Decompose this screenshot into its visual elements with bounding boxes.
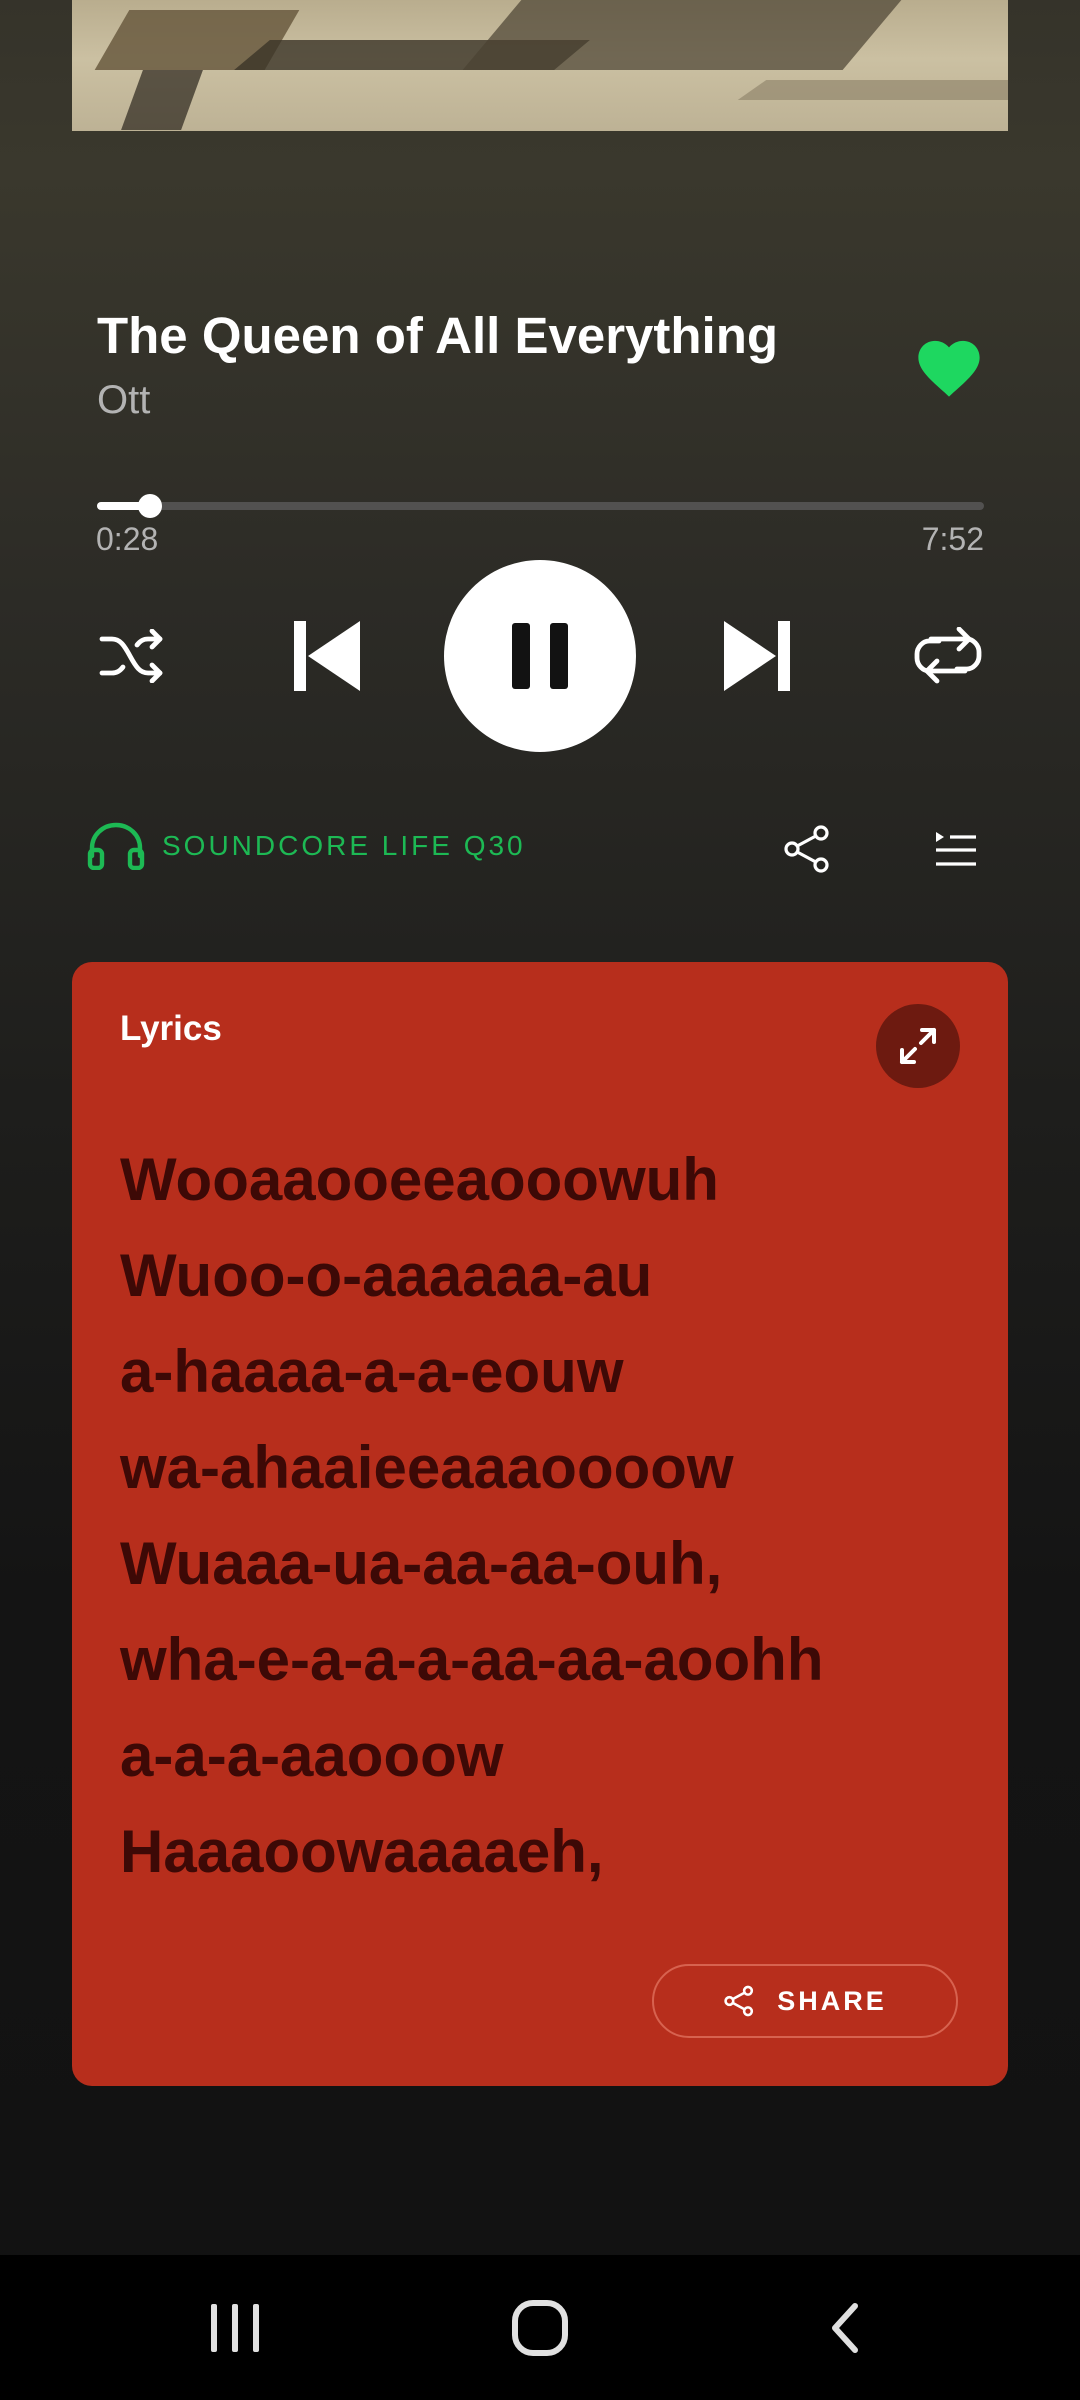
lyric-line: Wuaaa-ua-aa-aa-ouh,: [120, 1530, 723, 1597]
connected-device[interactable]: SOUNDCORE LIFE Q30: [86, 822, 526, 870]
skip-next-icon: [724, 621, 790, 691]
lyrics-heading: Lyrics: [120, 1009, 222, 1048]
lyrics-lines: Wooaaooeeaooowuh Wuoo-o-aaaaaa-au a-haaa…: [120, 1132, 823, 1900]
elapsed-time: 0:28: [96, 521, 159, 557]
heart-icon: [918, 340, 980, 397]
lyric-line: Wuoo-o-aaaaaa-au: [120, 1242, 653, 1309]
recent-apps-icon: [211, 2303, 259, 2352]
next-track-button[interactable]: [720, 617, 794, 695]
lyric-line: a-a-a-aaooow: [120, 1722, 504, 1789]
previous-track-button[interactable]: [290, 617, 364, 695]
lyrics-card[interactable]: Lyrics Wooaaooeeaooowuh Wuoo-o-aaaaaa-au…: [72, 962, 1008, 2086]
pause-button[interactable]: [444, 560, 636, 752]
skip-previous-icon: [294, 621, 360, 691]
share-icon: [724, 1985, 754, 2017]
album-art[interactable]: [72, 0, 1008, 131]
system-nav-bar: [0, 2255, 1080, 2400]
expand-lyrics-button[interactable]: [876, 1004, 960, 1088]
share-icon: [784, 825, 829, 873]
back-button[interactable]: [790, 2255, 900, 2400]
queue-icon: [936, 832, 976, 866]
repeat-button[interactable]: [912, 620, 984, 692]
lyric-line: wha-e-a-a-a-aa-aa-aoohh: [120, 1626, 824, 1693]
pause-icon: [512, 623, 568, 689]
track-artist[interactable]: Ott: [97, 378, 150, 423]
share-button[interactable]: [782, 824, 832, 874]
progress-knob[interactable]: [138, 494, 163, 518]
lyric-line: Haaaoowaaaaeh,: [120, 1818, 604, 1885]
home-button[interactable]: [485, 2255, 595, 2400]
home-icon: [512, 2299, 568, 2356]
recent-apps-button[interactable]: [180, 2255, 290, 2400]
device-label: SOUNDCORE LIFE Q30: [162, 830, 526, 861]
progress-bar[interactable]: [97, 494, 984, 518]
repeat-icon: [914, 627, 982, 684]
headphones-icon: [87, 822, 145, 870]
queue-button[interactable]: [934, 828, 978, 872]
shuffle-button[interactable]: [96, 620, 168, 692]
total-time: 7:52: [921, 521, 984, 557]
back-icon: [832, 2302, 858, 2353]
share-lyrics-button[interactable]: SHARE: [652, 1964, 958, 2038]
expand-icon: [900, 1028, 936, 1064]
lyric-line: wa-ahaaieeaaaoooow: [120, 1434, 734, 1501]
shuffle-icon: [99, 629, 163, 683]
share-label: SHARE: [777, 1985, 887, 2016]
lyric-line: Wooaaooeeaooowuh: [120, 1146, 719, 1213]
track-title[interactable]: The Queen of All Everything: [97, 306, 778, 365]
lyric-line: a-haaaa-a-a-eouw: [120, 1338, 624, 1405]
like-button[interactable]: [914, 333, 984, 399]
